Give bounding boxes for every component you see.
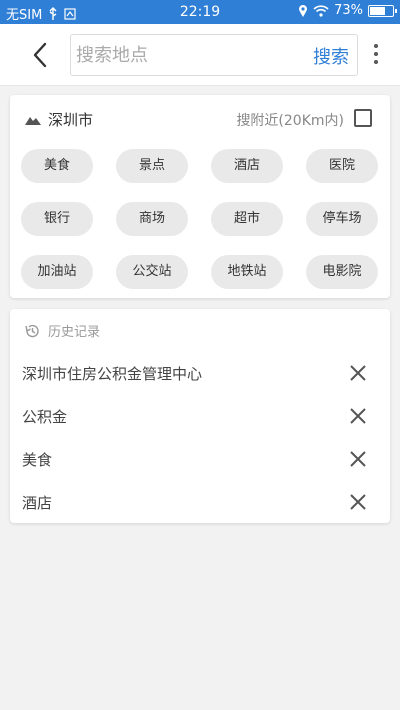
delete-icon[interactable] [348,492,368,512]
history-item: 美食 [10,439,390,479]
battery-percent: 73% [334,3,363,18]
battery-fill [370,6,386,15]
search-input[interactable] [76,41,296,69]
more-options-icon[interactable] [370,42,382,68]
app-bar: 搜索 [0,24,400,86]
category-chip[interactable]: 电影院 [306,255,378,289]
history-item: 酒店 [10,482,390,522]
history-item: 公积金 [10,396,390,436]
history-clock-icon [25,324,39,337]
category-chip[interactable]: 公交站 [116,255,188,289]
status-bar: 无SIM 22:19 73% [0,0,400,24]
history-item-text[interactable]: 酒店 [22,492,52,513]
category-card: 深圳市 搜附近(20Km内) 美食 景点 酒店 医院银行 商场 超市 停车场加油站 公交站 地铁… [10,95,390,298]
status-right: 73% [298,3,397,18]
location-icon [299,4,308,17]
city-name: 深圳市 [48,111,94,129]
history-item-text[interactable]: 公积金 [22,406,67,427]
delete-icon[interactable] [348,406,368,426]
history-header: 历史记录 [24,321,100,340]
wifi-icon [313,4,329,17]
nearby-checkbox[interactable] [354,109,372,127]
back-arrow-icon[interactable] [26,40,56,70]
history-item-text[interactable]: 美食 [22,449,52,470]
mountain-icon [25,116,41,125]
search-button[interactable]: 搜索 [313,43,349,69]
category-chip[interactable]: 美食 [21,149,93,183]
battery-icon [368,4,397,17]
category-chip[interactable]: 停车场 [306,202,378,236]
nearby-label: 搜附近(20Km内) [236,113,344,129]
category-chip[interactable]: 加油站 [21,255,93,289]
category-chip[interactable]: 超市 [211,202,283,236]
history-card: 历史记录 深圳市住房公积金管理中心 公积金美食酒店 [10,309,390,523]
history-item: 深圳市住房公积金管理中心 [10,353,390,393]
history-item-text[interactable]: 深圳市住房公积金管理中心 [22,363,202,384]
category-chip[interactable]: 景点 [116,149,188,183]
history-title: 历史记录 [48,325,101,340]
category-chip[interactable]: 酒店 [211,149,283,183]
search-box: 搜索 [70,34,358,76]
city-selector[interactable]: 深圳市 [24,109,93,130]
delete-icon[interactable] [348,363,368,383]
category-chip[interactable]: 医院 [306,149,378,183]
category-chip[interactable]: 地铁站 [211,255,283,289]
category-chip[interactable]: 银行 [21,202,93,236]
category-chip[interactable]: 商场 [116,202,188,236]
delete-icon[interactable] [348,449,368,469]
